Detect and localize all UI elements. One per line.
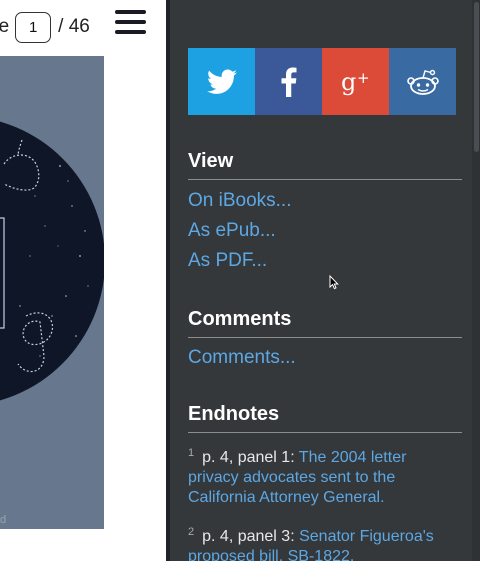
endnote-number: 1: [188, 447, 195, 459]
endnote-text: p. 4, panel 3:: [202, 528, 300, 545]
menu-icon[interactable]: [115, 10, 146, 36]
page-total: / 46: [58, 16, 90, 37]
share-twitter-button[interactable]: [188, 48, 255, 115]
sidebar-scrollbar-thumb[interactable]: [474, 2, 479, 152]
view-heading: View: [188, 150, 462, 180]
svg-text:g: g: [341, 68, 356, 96]
comments-link[interactable]: Comments...: [188, 343, 462, 373]
menu-bar: [115, 20, 146, 24]
sidebar: g + View On iBooks... As ePub... As PDF.…: [170, 0, 480, 561]
twitter-icon: [206, 69, 237, 94]
menu-bar: [115, 10, 146, 14]
endnotes-heading: Endnotes: [188, 403, 462, 433]
endnote-item: 1 p. 4, panel 1: The 2004 letter privacy …: [188, 443, 462, 508]
share-bar: g +: [188, 48, 456, 115]
sidebar-scrollbar[interactable]: [472, 0, 480, 561]
page-number-input[interactable]: 1: [15, 11, 52, 43]
endnote-text: p. 4, panel 1:: [202, 449, 299, 466]
comments-section: Comments Comments...: [188, 308, 462, 373]
comments-heading: Comments: [188, 308, 462, 338]
google-plus-icon: g +: [341, 68, 370, 96]
endnote-number: 2: [188, 526, 195, 538]
endnotes-section: Endnotes 1 p. 4, panel 1: The 2004 letter…: [188, 403, 462, 561]
view-as-epub-link[interactable]: As ePub...: [188, 216, 462, 246]
facebook-icon: [281, 66, 296, 97]
cover-caption: d: [0, 514, 7, 526]
mouse-cursor-icon: [329, 275, 339, 290]
share-google-plus-button[interactable]: g +: [322, 48, 389, 115]
view-section: View On iBooks... As ePub... As PDF...: [188, 150, 462, 276]
endnote-item: 2 p. 4, panel 3: Senator Figueroa's propo…: [188, 522, 462, 561]
page-navigator: ge 1 / 46: [0, 10, 90, 44]
view-as-pdf-link[interactable]: As PDF...: [188, 246, 462, 276]
reddit-icon: [406, 69, 439, 95]
view-on-ibooks-link[interactable]: On iBooks...: [188, 186, 462, 216]
cover-artwork: [0, 121, 104, 401]
svg-text:+: +: [357, 69, 370, 87]
menu-bar: [115, 30, 146, 34]
page-label: ge: [0, 16, 10, 37]
reader-pane: ge 1 / 46 d: [0, 0, 166, 561]
share-reddit-button[interactable]: [389, 48, 456, 115]
share-facebook-button[interactable]: [255, 48, 322, 115]
comic-cover-image: d: [0, 56, 104, 529]
